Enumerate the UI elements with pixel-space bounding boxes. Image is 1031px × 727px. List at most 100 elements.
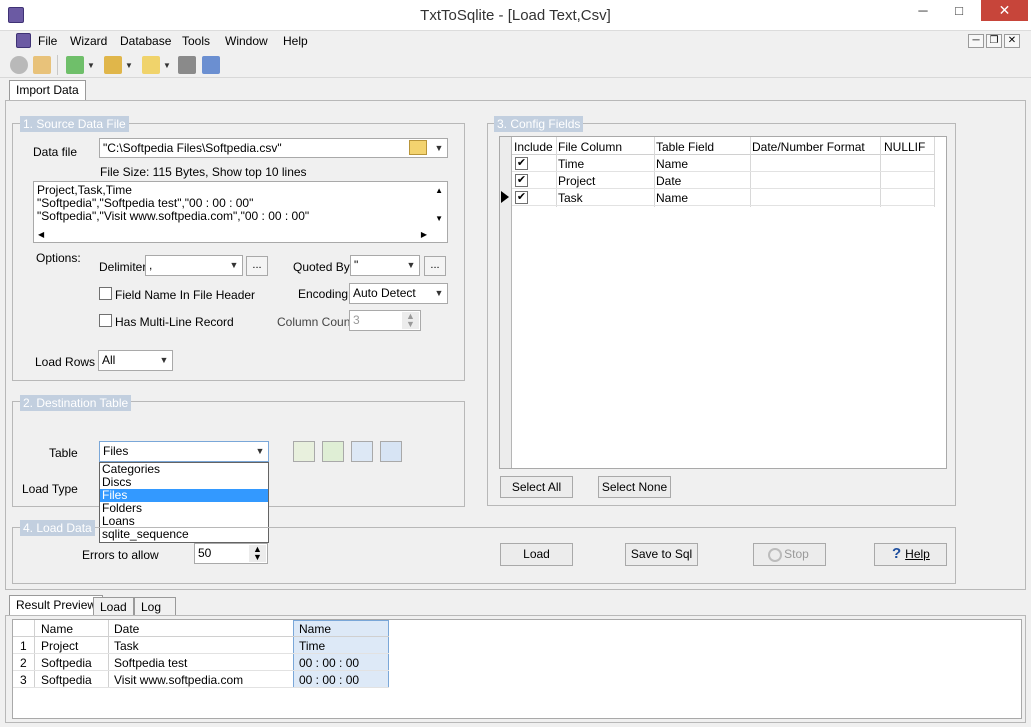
select-all-button[interactable]: Select All <box>500 476 573 498</box>
menu-tools[interactable]: Tools <box>182 34 210 48</box>
result-grid[interactable]: Name Date Name 1 Project Task Time 2 Sof… <box>12 619 1022 719</box>
load-rows-select[interactable]: All ▼ <box>98 350 173 371</box>
table-row[interactable]: 3 Softpedia Visit www.softpedia.com 00 :… <box>13 671 389 688</box>
mdi-close-icon[interactable]: ✕ <box>1004 34 1020 48</box>
document-icon[interactable] <box>16 33 31 48</box>
refresh-tables-icon[interactable] <box>322 441 344 462</box>
row-number: 2 <box>20 656 27 670</box>
grid-icon[interactable] <box>202 56 220 74</box>
include-checkbox[interactable]: ✔ <box>515 174 528 187</box>
wizard-icon[interactable] <box>142 56 160 74</box>
menu-window[interactable]: Window <box>225 34 268 48</box>
errors-value: 50 <box>198 546 212 560</box>
save-to-sql-button[interactable]: Save to Sql <box>625 543 698 566</box>
multiline-label: Has Multi-Line Record <box>115 315 234 329</box>
export-icon[interactable] <box>104 56 122 74</box>
column-header[interactable]: File Column <box>558 140 622 154</box>
browse-folder-icon[interactable] <box>409 140 427 155</box>
chevron-down-icon[interactable]: ▼ <box>403 256 419 275</box>
table-field-cell[interactable]: Date <box>656 174 681 188</box>
table-select[interactable]: Files ▼ <box>99 441 269 462</box>
table-field-cell[interactable]: Name <box>656 157 688 171</box>
import-dropdown-icon[interactable]: ▼ <box>87 61 95 70</box>
export-dropdown-icon[interactable]: ▼ <box>125 61 133 70</box>
column-header[interactable]: Date <box>114 622 139 636</box>
view-table-icon[interactable] <box>351 441 373 462</box>
create-table-icon[interactable] <box>293 441 315 462</box>
chevron-down-icon[interactable]: ▼ <box>226 256 242 275</box>
quoted-by-select[interactable]: " ▼ <box>350 255 420 276</box>
tab-import-data[interactable]: Import Data <box>9 80 86 101</box>
file-column-cell: Task <box>558 191 583 205</box>
data-file-input[interactable]: "C:\Softpedia Files\Softpedia.csv" ▼ <box>99 138 448 158</box>
multiline-checkbox[interactable] <box>99 314 112 327</box>
disconnect-icon[interactable] <box>33 56 51 74</box>
config-grid[interactable]: Include File Column Table Field Date/Num… <box>499 136 947 469</box>
scroll-right-icon[interactable]: ▶ <box>421 228 427 241</box>
table-cell: Time <box>299 639 326 653</box>
config-row[interactable]: ✔ Project Date <box>512 172 934 189</box>
config-row[interactable]: ✔ Time Name <box>512 155 934 172</box>
import-icon[interactable] <box>66 56 84 74</box>
tab-result-preview[interactable]: Result Preview <box>9 595 104 616</box>
config-row[interactable]: ✔ Task Name <box>512 189 934 206</box>
wizard-dropdown-icon[interactable]: ▼ <box>163 61 171 70</box>
table-row[interactable]: 1 Project Task Time <box>13 637 389 654</box>
connect-icon[interactable] <box>10 56 28 74</box>
select-none-button[interactable]: Select None <box>598 476 671 498</box>
tab-log[interactable]: Log <box>134 597 177 616</box>
menu-help[interactable]: Help <box>283 34 308 48</box>
errors-spinner[interactable]: 50 ▲ ▼ <box>194 543 268 564</box>
include-checkbox[interactable]: ✔ <box>515 157 528 170</box>
table-row[interactable]: 2 Softpedia Softpedia test 00 : 00 : 00 <box>13 654 389 671</box>
column-header[interactable]: Date/Number Format <box>752 140 865 154</box>
table-columns-icon[interactable] <box>380 441 402 462</box>
delimiter-select[interactable]: , ▼ <box>145 255 243 276</box>
chevron-down-icon[interactable]: ▼ <box>431 139 447 157</box>
column-count-spinner[interactable]: 3 ▲ ▼ <box>349 310 421 331</box>
table-cell: Task <box>114 639 139 653</box>
maximize-icon[interactable]: □ <box>944 3 974 20</box>
table-cell: Visit www.softpedia.com <box>114 673 244 687</box>
schema-icon[interactable] <box>178 56 196 74</box>
chevron-down-icon[interactable]: ▼ <box>431 284 447 303</box>
current-row-arrow-icon <box>501 191 509 203</box>
scroll-up-icon[interactable]: ▲ <box>435 184 443 197</box>
menu-file[interactable]: File <box>38 34 57 48</box>
file-preview-box[interactable]: Project,Task,Time "Softpedia","Softpedia… <box>33 181 448 243</box>
help-button[interactable]: ? Help <box>874 543 947 566</box>
quoted-by-more-button[interactable]: ... <box>424 256 446 276</box>
chevron-down-icon[interactable]: ▼ <box>252 442 268 461</box>
column-header[interactable]: Table Field <box>656 140 714 154</box>
close-icon[interactable]: ✕ <box>981 0 1028 21</box>
scroll-left-icon[interactable]: ◀ <box>38 228 44 241</box>
config-fields-legend: 3. Config Fields <box>494 116 584 132</box>
table-field-cell[interactable]: Name <box>656 191 688 205</box>
field-name-header-checkbox[interactable] <box>99 287 112 300</box>
column-header[interactable]: Name <box>41 622 73 636</box>
title-bar: TxtToSqlite - [Load Text,Csv] ─ □ ✕ <box>0 0 1031 31</box>
menu-database[interactable]: Database <box>120 34 171 48</box>
config-grid-header: Include File Column Table Field Date/Num… <box>512 137 934 155</box>
minimize-icon[interactable]: ─ <box>908 3 938 20</box>
column-header[interactable]: NULLIF <box>884 140 925 154</box>
delimiter-more-button[interactable]: ... <box>246 256 268 276</box>
load-button[interactable]: Load <box>500 543 573 566</box>
include-checkbox[interactable]: ✔ <box>515 191 528 204</box>
encoding-select[interactable]: Auto Detect ▼ <box>349 283 448 304</box>
row-number: 1 <box>20 639 27 653</box>
quoted-by-value: " <box>354 258 359 272</box>
column-header[interactable]: Include <box>514 140 553 154</box>
column-header[interactable]: Name <box>299 622 331 636</box>
tab-load[interactable]: Load <box>93 597 134 616</box>
mdi-minimize-icon[interactable]: ─ <box>968 34 984 48</box>
mdi-restore-icon[interactable]: ❐ <box>986 34 1002 48</box>
menu-wizard[interactable]: Wizard <box>70 34 107 48</box>
table-cell: 00 : 00 : 00 <box>299 673 360 687</box>
spin-arrows-icon[interactable]: ▲ ▼ <box>402 312 419 329</box>
scroll-down-icon[interactable]: ▼ <box>435 212 443 225</box>
toolbar-separator <box>57 55 58 75</box>
spin-arrows-icon[interactable]: ▲ ▼ <box>249 545 266 562</box>
stop-button[interactable]: Stop <box>753 543 826 566</box>
chevron-down-icon[interactable]: ▼ <box>156 351 172 370</box>
